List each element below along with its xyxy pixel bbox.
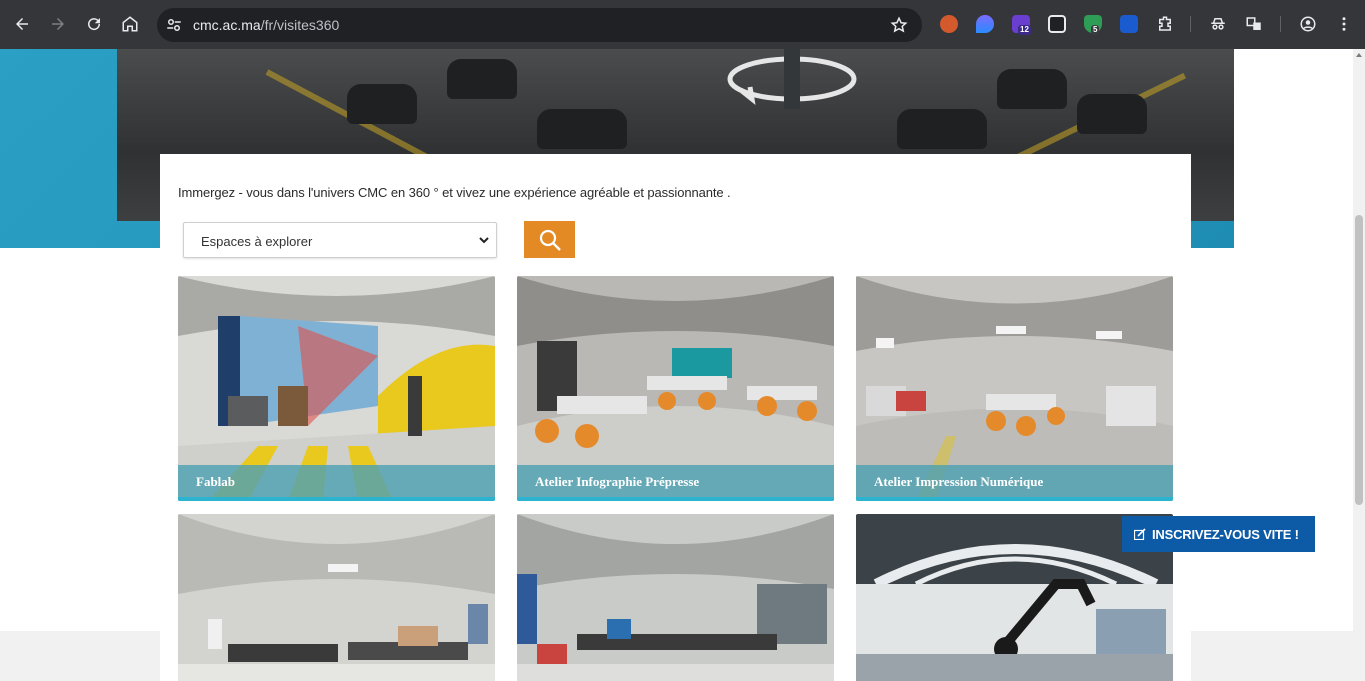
cookie-extension-icon[interactable] xyxy=(940,15,958,33)
tile-fablab[interactable]: Fablab xyxy=(178,276,495,501)
incognito-icon[interactable] xyxy=(1206,12,1230,36)
register-cta-label: INSCRIVEZ-VOUS VITE ! xyxy=(1152,526,1299,542)
tile-caption: Atelier Infographie Prépresse xyxy=(517,465,834,501)
rotate-360-icon xyxy=(727,49,857,109)
tile-label: Atelier Infographie Prépresse xyxy=(535,474,700,489)
spaces-select[interactable]: Espaces à explorer xyxy=(183,222,497,258)
reload-icon[interactable] xyxy=(82,12,106,36)
extension-badge-12: 12 xyxy=(1018,25,1031,35)
purple-extension-icon[interactable]: 12 xyxy=(1012,15,1031,35)
chevron-down-icon xyxy=(479,237,489,244)
url-host: cmc.ac.ma xyxy=(193,17,261,33)
address-bar[interactable]: cmc.ac.ma/fr/visites360 xyxy=(157,8,922,42)
visits-panel: Immergez - vous dans l'univers CMC en 36… xyxy=(160,154,1191,681)
tile-caption: Atelier Impression Numérique xyxy=(856,465,1173,501)
scroll-up-icon[interactable] xyxy=(1356,53,1362,57)
shield-extension-icon[interactable]: 5 xyxy=(1084,15,1102,35)
back-icon[interactable] xyxy=(10,12,34,36)
drop-extension-icon[interactable] xyxy=(976,15,994,33)
atelier-5-360-image xyxy=(517,514,834,681)
search-icon xyxy=(539,229,561,251)
url-text: cmc.ac.ma/fr/visites360 xyxy=(193,17,339,33)
profile-icon[interactable] xyxy=(1296,12,1320,36)
blocker-extension-icon[interactable] xyxy=(1120,15,1138,33)
tile-atelier-4[interactable] xyxy=(178,514,495,681)
forward-icon[interactable] xyxy=(46,12,70,36)
site-info-icon[interactable] xyxy=(165,16,183,34)
tile-label: Fablab xyxy=(196,474,236,489)
tile-atelier-infographie[interactable]: Atelier Infographie Prépresse xyxy=(517,276,834,501)
page-viewport: Immergez - vous dans l'univers CMC en 36… xyxy=(0,49,1353,681)
page-scrollbar[interactable] xyxy=(1353,49,1365,681)
toolbar-divider-2 xyxy=(1280,16,1281,32)
tile-caption: Fablab xyxy=(178,465,495,501)
edit-icon xyxy=(1134,528,1146,540)
scrollbar-thumb[interactable] xyxy=(1355,215,1363,505)
toolbar-divider xyxy=(1190,16,1191,32)
spaces-select-value: Espaces à explorer xyxy=(201,234,313,249)
menu-kebab-icon[interactable] xyxy=(1332,12,1356,36)
search-button[interactable] xyxy=(524,221,575,258)
atelier-4-360-image xyxy=(178,514,495,681)
extension-badge-5: 5 xyxy=(1091,25,1100,35)
browser-toolbar: cmc.ac.ma/fr/visites360 12 5 xyxy=(0,0,1365,49)
extensions-puzzle-icon[interactable] xyxy=(1153,12,1177,36)
home-icon[interactable] xyxy=(118,12,142,36)
translate-icon[interactable] xyxy=(1242,12,1266,36)
tile-atelier-impression[interactable]: Atelier Impression Numérique xyxy=(856,276,1173,501)
register-cta-button[interactable]: INSCRIVEZ-VOUS VITE ! xyxy=(1122,516,1315,552)
url-path: /fr/visites360 xyxy=(260,17,340,33)
link-extension-icon[interactable] xyxy=(1048,15,1066,33)
tile-label: Atelier Impression Numérique xyxy=(874,474,1044,489)
bookmark-star-icon[interactable] xyxy=(890,16,908,34)
intro-text: Immergez - vous dans l'univers CMC en 36… xyxy=(178,185,731,200)
tile-atelier-5[interactable] xyxy=(517,514,834,681)
